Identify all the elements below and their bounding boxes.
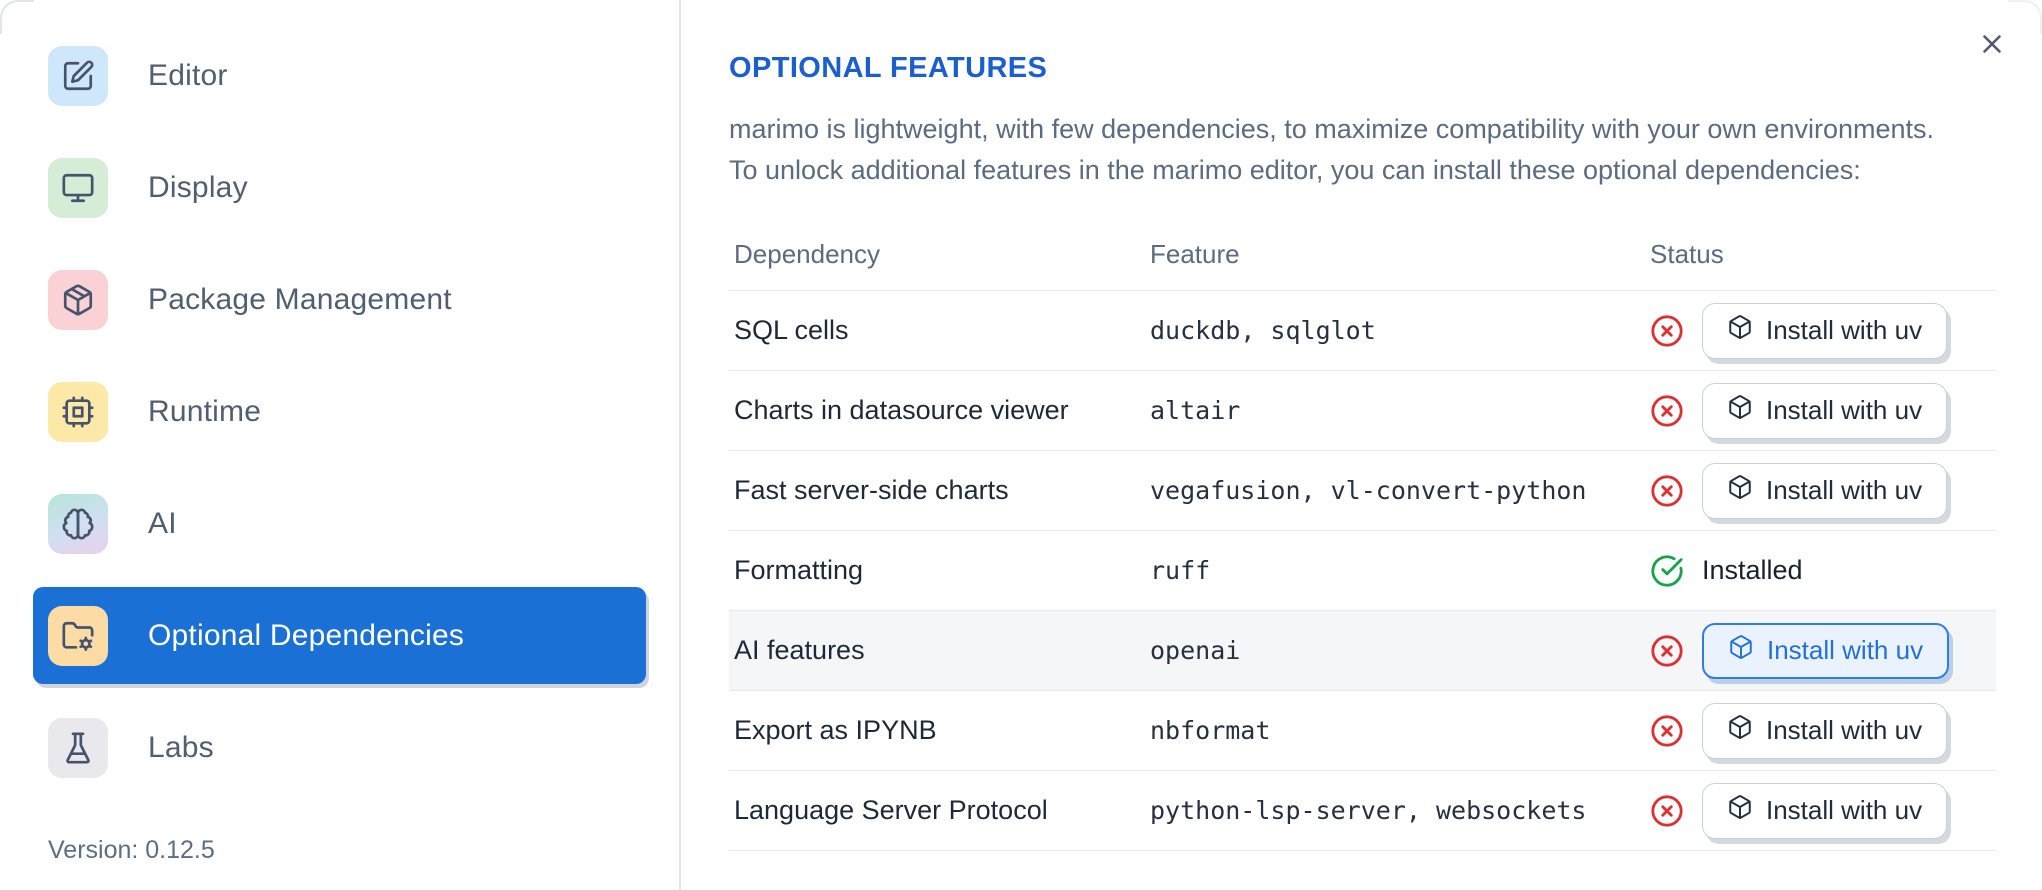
- status-cell: Install with uv: [1645, 462, 1996, 519]
- sidebar-item-label: Editor: [148, 58, 228, 92]
- install-button-label: Install with uv: [1766, 795, 1923, 825]
- column-header-status: Status: [1650, 239, 1724, 269]
- table-row: Language Server Protocol python-lsp-serv…: [729, 771, 1996, 851]
- install-button-label: Install with uv: [1766, 715, 1923, 745]
- settings-nav: Editor Display Package Management Runtim…: [0, 0, 679, 796]
- sidebar-item-editor[interactable]: Editor: [33, 27, 646, 124]
- settings-sidebar: Editor Display Package Management Runtim…: [0, 0, 681, 890]
- status-cell: Install with uv: [1645, 302, 1996, 359]
- feature-packages: duckdb, sqlglot: [1150, 316, 1376, 345]
- box-icon: [1727, 794, 1753, 827]
- sidebar-item-display[interactable]: Display: [33, 139, 646, 236]
- status-cell: Install with uv: [1645, 782, 1996, 839]
- circle-x-icon: [1650, 474, 1684, 508]
- sidebar-item-optional-dependencies[interactable]: Optional Dependencies: [33, 587, 646, 684]
- window-corner-top-right: [2008, 0, 2042, 34]
- install-with-uv-button[interactable]: Install with uv: [1702, 462, 1948, 519]
- table-row: Fast server-side charts vegafusion, vl-c…: [729, 451, 1996, 531]
- description: marimo is lightweight, with few dependen…: [729, 109, 1996, 191]
- install-with-uv-button[interactable]: Install with uv: [1702, 622, 1950, 679]
- table-row: Charts in datasource viewer altair Insta…: [729, 371, 1996, 451]
- dependency-name: Formatting: [734, 555, 864, 585]
- page-title: OPTIONAL FEATURES: [729, 52, 1048, 84]
- install-with-uv-button[interactable]: Install with uv: [1702, 782, 1948, 839]
- monitor-icon: [48, 157, 108, 218]
- feature-packages: python-lsp-server, websockets: [1150, 796, 1587, 825]
- status-cell: Install with uv: [1645, 702, 1996, 759]
- box-icon: [1727, 314, 1753, 347]
- sidebar-item-label: Display: [148, 170, 248, 204]
- flask-icon: [48, 717, 108, 778]
- install-button-label: Install with uv: [1766, 475, 1923, 505]
- brain-icon: [48, 493, 108, 554]
- square-pen-icon: [48, 45, 108, 106]
- install-button-label: Install with uv: [1766, 315, 1923, 345]
- install-with-uv-button[interactable]: Install with uv: [1702, 382, 1948, 439]
- table-row: SQL cells duckdb, sqlglot Install with u…: [729, 291, 1996, 371]
- circle-x-icon: [1650, 314, 1684, 348]
- install-with-uv-button[interactable]: Install with uv: [1702, 702, 1948, 759]
- version-label: Version: 0.12.5: [48, 836, 215, 864]
- sidebar-item-ai[interactable]: AI: [33, 475, 646, 572]
- dependency-name: Language Server Protocol: [734, 795, 1048, 825]
- feature-packages: openai: [1150, 636, 1241, 665]
- close-button[interactable]: [1974, 28, 2010, 64]
- box-icon: [1728, 634, 1754, 667]
- cpu-icon: [48, 381, 108, 442]
- description-line-2: To unlock additional features in the mar…: [729, 155, 1861, 185]
- feature-packages: ruff: [1150, 556, 1211, 585]
- install-button-label: Install with uv: [1766, 395, 1923, 425]
- feature-packages: altair: [1150, 396, 1241, 425]
- dependency-name: Fast server-side charts: [734, 475, 1009, 505]
- install-button-label: Install with uv: [1767, 635, 1924, 665]
- sidebar-item-label: Package Management: [148, 282, 452, 316]
- box-icon: [1727, 714, 1753, 747]
- window-corner-top-left: [0, 0, 34, 34]
- status-cell: Installed: [1645, 554, 1996, 588]
- feature-packages: nbformat: [1150, 716, 1271, 745]
- circle-x-icon: [1650, 634, 1684, 668]
- dependency-name: SQL cells: [734, 315, 849, 345]
- table-row: Export as IPYNB nbformat Install with uv: [729, 691, 1996, 771]
- status-cell: Install with uv: [1645, 382, 1996, 439]
- circle-check-icon: [1650, 554, 1684, 588]
- column-header-feature: Feature: [1150, 239, 1240, 269]
- install-with-uv-button[interactable]: Install with uv: [1702, 302, 1948, 359]
- dependencies-table: Dependency Feature Status SQL cells duck…: [729, 219, 1996, 851]
- table-row: AI features openai Install with uv: [729, 611, 1996, 691]
- settings-dialog: Editor Display Package Management Runtim…: [0, 0, 2042, 890]
- circle-x-icon: [1650, 794, 1684, 828]
- sidebar-item-label: Optional Dependencies: [148, 618, 465, 652]
- status-cell: Install with uv: [1645, 622, 1996, 679]
- box-icon: [1727, 394, 1753, 427]
- dependency-name: Charts in datasource viewer: [734, 395, 1069, 425]
- dependency-name: Export as IPYNB: [734, 715, 937, 745]
- table-header-row: Dependency Feature Status: [729, 219, 1996, 291]
- package-icon: [48, 269, 108, 330]
- sidebar-item-label: AI: [148, 506, 177, 540]
- dependency-name: AI features: [734, 635, 865, 665]
- description-line-1: marimo is lightweight, with few dependen…: [729, 114, 1935, 144]
- table-row: Formatting ruff Installed: [729, 531, 1996, 611]
- sidebar-item-package-management[interactable]: Package Management: [33, 251, 646, 348]
- feature-packages: vegafusion, vl-convert-python: [1150, 476, 1587, 505]
- box-icon: [1727, 474, 1753, 507]
- installed-status-label: Installed: [1702, 555, 1803, 585]
- sidebar-item-labs[interactable]: Labs: [33, 699, 646, 796]
- sidebar-item-label: Runtime: [148, 394, 262, 428]
- circle-x-icon: [1650, 394, 1684, 428]
- sidebar-item-label: Labs: [148, 730, 214, 764]
- circle-x-icon: [1650, 714, 1684, 748]
- column-header-dependency: Dependency: [734, 239, 880, 269]
- sidebar-item-runtime[interactable]: Runtime: [33, 363, 646, 460]
- folder-cog-icon: [48, 605, 108, 666]
- close-icon: [1977, 29, 2007, 64]
- optional-features-panel: OPTIONAL FEATURES marimo is lightweight,…: [683, 0, 2042, 890]
